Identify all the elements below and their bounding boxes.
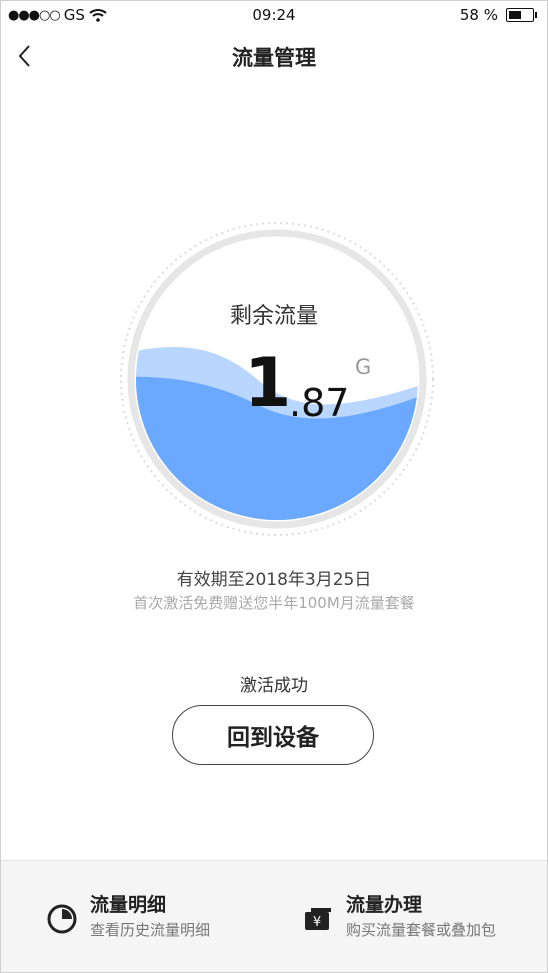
remaining-data-decimal: .87 bbox=[289, 381, 350, 425]
activation-status: 激活成功 bbox=[240, 676, 308, 696]
bottom-action-bar: 流量明细 查看历史流量明细 ¥ 流量办理 购买流量套餐或叠加包 bbox=[1, 860, 547, 972]
data-purchase-action[interactable]: ¥ 流量办理 购买流量套餐或叠加包 bbox=[302, 893, 496, 941]
navigation-bar: 流量管理 bbox=[0, 30, 548, 86]
battery-percent: 58 % bbox=[459, 6, 498, 24]
svg-text:¥: ¥ bbox=[313, 915, 321, 930]
promo-text: 首次激活免费赠送您半年100M月流量套餐 bbox=[133, 594, 415, 612]
remaining-data-unit: G bbox=[355, 355, 372, 379]
data-purchase-title: 流量办理 bbox=[346, 894, 423, 916]
return-to-device-button[interactable]: 回到设备 bbox=[172, 705, 374, 765]
battery-icon bbox=[506, 8, 537, 22]
yen-wallet-icon: ¥ bbox=[305, 908, 331, 930]
data-details-subtitle: 查看历史流量明细 bbox=[90, 921, 211, 939]
validity-date: 有效期至2018年3月25日 bbox=[176, 570, 372, 590]
gauge-label: 剩余流量 bbox=[229, 304, 318, 329]
data-purchase-subtitle: 购买流量套餐或叠加包 bbox=[346, 921, 497, 939]
battery-fill bbox=[509, 11, 521, 19]
status-bar: ●●●○○ GS 09:24 58 % bbox=[0, 0, 548, 30]
page-title: 流量管理 bbox=[232, 46, 316, 70]
status-right: 58 % bbox=[459, 6, 537, 24]
data-details-title: 流量明细 bbox=[90, 894, 167, 916]
data-usage-details-action[interactable]: 流量明细 查看历史流量明细 bbox=[46, 893, 210, 941]
pie-chart-icon bbox=[47, 904, 77, 934]
battery-nub bbox=[535, 12, 537, 18]
remaining-data-integer: 1 bbox=[244, 344, 292, 423]
